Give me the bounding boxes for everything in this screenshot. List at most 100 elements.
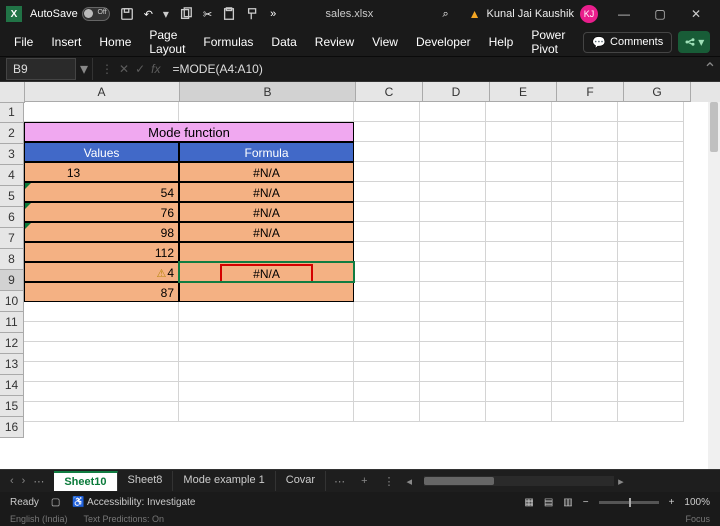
vertical-scrollbar[interactable]	[708, 102, 720, 469]
cell-D11[interactable]	[420, 302, 486, 322]
view-normal-icon[interactable]: ▦	[524, 497, 533, 508]
cell-B9[interactable]: #N/A	[179, 262, 354, 282]
cell-D13[interactable]	[420, 342, 486, 362]
user-name[interactable]: Kunal Jai Kaushik	[487, 8, 574, 20]
formula-input[interactable]: =MODE(A4:A10)	[168, 62, 700, 76]
cell-E16[interactable]	[486, 402, 552, 422]
cell-D16[interactable]	[420, 402, 486, 422]
tab-page-layout[interactable]: Page Layout	[149, 28, 185, 56]
cell-F15[interactable]	[552, 382, 618, 402]
zoom-level[interactable]: 100%	[684, 497, 710, 508]
close-button[interactable]: ✕	[678, 0, 714, 28]
col-header-C[interactable]: C	[356, 82, 423, 102]
col-header-G[interactable]: G	[624, 82, 691, 102]
tab-data[interactable]: Data	[271, 35, 296, 49]
comments-button[interactable]: 💬 Comments	[583, 32, 672, 53]
cell-C11[interactable]	[354, 302, 420, 322]
cell-F12[interactable]	[552, 322, 618, 342]
search-icon[interactable]: ⌕	[442, 8, 448, 21]
cell-E12[interactable]	[486, 322, 552, 342]
maximize-button[interactable]: ▢	[642, 0, 678, 28]
undo-icon[interactable]: ↶	[144, 8, 153, 21]
col-header-D[interactable]: D	[423, 82, 490, 102]
tab-help[interactable]: Help	[489, 35, 514, 49]
row-header-3[interactable]: 3	[0, 144, 24, 165]
row-header-14[interactable]: 14	[0, 375, 24, 396]
row-header-4[interactable]: 4	[0, 165, 24, 186]
tab-insert[interactable]: Insert	[51, 35, 81, 49]
macro-record-icon[interactable]: ▢	[51, 497, 60, 508]
error-warning-icon[interactable]: ⚠	[156, 268, 166, 280]
row-header-2[interactable]: 2	[0, 123, 24, 144]
cell-E15[interactable]	[486, 382, 552, 402]
cell-C15[interactable]	[354, 382, 420, 402]
tab-nav-next-icon[interactable]: ›	[22, 475, 26, 488]
expand-formula-bar-icon[interactable]: ⌃	[700, 59, 720, 79]
cell-grid[interactable]: Mode functionValuesFormula13#N/A54#N/A76…	[24, 102, 720, 469]
row-header-9[interactable]: 9	[0, 270, 24, 291]
select-all-corner[interactable]	[0, 82, 25, 103]
tabs-overflow-icon[interactable]: ⋯	[326, 475, 353, 488]
cell-A6[interactable]: 76	[24, 202, 179, 222]
cell-A11[interactable]	[24, 302, 179, 322]
cell-C1[interactable]	[354, 102, 420, 122]
sheet-tab-mode-example-1[interactable]: Mode example 1	[173, 471, 275, 491]
cell-E11[interactable]	[486, 302, 552, 322]
cell-A4[interactable]: 13	[24, 162, 179, 182]
cell-E13[interactable]	[486, 342, 552, 362]
cell-G12[interactable]	[618, 322, 684, 342]
user-avatar[interactable]: KJ	[580, 5, 598, 23]
cell-A16[interactable]	[24, 402, 179, 422]
cell-F16[interactable]	[552, 402, 618, 422]
header-formula[interactable]: Formula	[179, 142, 354, 162]
cell-G13[interactable]	[618, 342, 684, 362]
row-header-7[interactable]: 7	[0, 228, 24, 249]
tabs-menu-icon[interactable]: ⋮	[376, 475, 403, 488]
cell-G14[interactable]	[618, 362, 684, 382]
tab-nav-prev-icon[interactable]: ‹	[10, 475, 14, 488]
tab-view[interactable]: View	[372, 35, 398, 49]
row-header-13[interactable]: 13	[0, 354, 24, 375]
zoom-out-icon[interactable]: −	[583, 497, 589, 508]
cell-D15[interactable]	[420, 382, 486, 402]
cell-F14[interactable]	[552, 362, 618, 382]
cell-B11[interactable]	[179, 302, 354, 322]
cell-G1[interactable]	[618, 102, 684, 122]
cell-A15[interactable]	[24, 382, 179, 402]
cell-D14[interactable]	[420, 362, 486, 382]
cell-B15[interactable]	[179, 382, 354, 402]
copy-icon[interactable]	[179, 7, 193, 21]
cell-F13[interactable]	[552, 342, 618, 362]
cell-A10[interactable]: 87	[24, 282, 179, 302]
hscroll-left-icon[interactable]: ◂	[403, 475, 417, 488]
cell-B12[interactable]	[179, 322, 354, 342]
cell-C13[interactable]	[354, 342, 420, 362]
tab-developer[interactable]: Developer	[416, 35, 471, 49]
cell-B10[interactable]	[179, 282, 354, 302]
col-header-F[interactable]: F	[557, 82, 624, 102]
cell-E14[interactable]	[486, 362, 552, 382]
cell-C12[interactable]	[354, 322, 420, 342]
horizontal-scrollbar[interactable]	[424, 476, 614, 486]
cell-A8[interactable]: 112	[24, 242, 179, 262]
sheet-tab-covar[interactable]: Covar	[276, 471, 326, 491]
tab-review[interactable]: Review	[315, 35, 354, 49]
cell-A7[interactable]: 98	[24, 222, 179, 242]
cell-A14[interactable]	[24, 362, 179, 382]
tab-file[interactable]: File	[14, 35, 33, 49]
col-header-E[interactable]: E	[490, 82, 557, 102]
cell-A12[interactable]	[24, 322, 179, 342]
cell-G11[interactable]	[618, 302, 684, 322]
col-header-A[interactable]: A	[24, 82, 180, 102]
zoom-in-icon[interactable]: +	[669, 497, 675, 508]
cut-icon[interactable]: ✂	[203, 8, 212, 21]
row-header-8[interactable]: 8	[0, 249, 24, 270]
view-break-icon[interactable]: ▥	[563, 497, 572, 508]
row-header-11[interactable]: 11	[0, 312, 24, 333]
row-header-10[interactable]: 10	[0, 291, 24, 312]
sheet-tab-sheet8[interactable]: Sheet8	[118, 471, 174, 491]
format-painter-icon[interactable]	[246, 7, 260, 21]
row-header-5[interactable]: 5	[0, 186, 24, 207]
cell-G15[interactable]	[618, 382, 684, 402]
cell-A9[interactable]: ⚠4	[24, 262, 179, 282]
